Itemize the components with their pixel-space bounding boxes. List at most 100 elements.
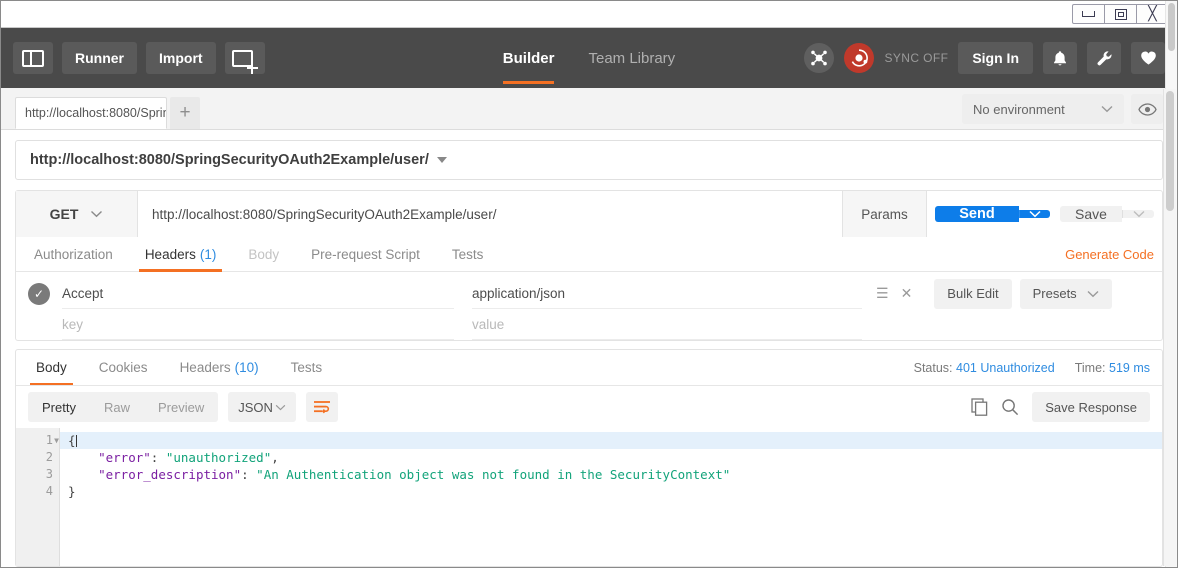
word-wrap-button[interactable] [306,392,339,422]
url-breadcrumb[interactable]: http://localhost:8080/SpringSecurityOAut… [15,140,1163,180]
tab-headers-count: (1) [199,246,217,262]
wrench-icon [1097,50,1112,65]
code-token: : [241,467,257,482]
editor-line-number: 1 ▼ [45,432,59,449]
send-options-button[interactable] [1019,210,1050,218]
header-row-checkbox[interactable]: ✓ [28,282,50,305]
header-value-input[interactable]: value [472,309,862,340]
sync-icon[interactable] [844,43,875,73]
response-box: Body Cookies Headers (10) Tests Status: … [15,1,1177,567]
tab-response-headers[interactable]: Headers (10) [164,350,275,385]
request-panel: GET http://localhost:8080/SpringSecurity… [1,180,1177,341]
editor-line-number: 3 [45,467,53,481]
environment-area: No environment [962,94,1163,129]
fold-arrow-icon[interactable]: ▼ [54,432,59,449]
code-token: } [68,484,76,499]
sign-in-button[interactable]: Sign In [958,42,1033,74]
import-button[interactable]: Import [146,42,216,74]
url-input-value: http://localhost:8080/SpringSecurityOAut… [152,206,497,222]
tab-body[interactable]: Body [232,237,295,272]
request-box: GET http://localhost:8080/SpringSecurity… [15,190,1163,341]
response-panel: Body Cookies Headers (10) Tests Status: … [1,1,1177,567]
tab-response-cookies-label: Cookies [98,360,148,375]
search-icon[interactable] [1001,398,1019,416]
bulk-edit-button[interactable]: Bulk Edit [934,278,1012,309]
new-window-icon-wrap [231,48,258,74]
list-icon[interactable]: ☰ [876,285,889,302]
save-response-label: Save Response [1045,399,1137,415]
time-value: 519 ms [1109,360,1150,375]
save-button[interactable]: Save [1060,206,1122,222]
presets-button[interactable]: Presets [1019,278,1112,309]
method-select[interactable]: GET [16,191,138,237]
maximize-button[interactable] [1104,4,1137,24]
import-label: Import [159,50,203,66]
text-caret [75,435,77,447]
editor-line-number: 2 [45,450,53,464]
generate-code-link[interactable]: Generate Code [1065,247,1154,262]
editor-line: "error_description": "An Authentication … [60,466,1162,483]
tab-headers[interactable]: Headers (1) [129,237,233,272]
sync-status-label: SYNC OFF [884,51,949,65]
response-meta: Status: 401 Unauthorized Time: 519 ms [914,361,1150,375]
response-view-modes: Pretty Raw Preview [28,392,219,422]
request-tab-label: http://localhost:8080/Spring [25,106,167,120]
minimize-button[interactable] [1072,4,1105,24]
params-button[interactable]: Params [843,191,927,237]
header-key-input[interactable]: Accept [62,278,454,309]
send-button[interactable]: Send [935,206,1019,222]
response-format-select[interactable]: JSON [228,392,297,422]
response-body-editor[interactable]: 1 ▼ 2 3 4 { "error": "unauthorized", "error_… [16,1,1177,567]
tab-pre-request-script[interactable]: Pre-request Script [295,237,436,272]
main-scrollbar-thumb[interactable] [1166,91,1174,211]
add-tab-button[interactable]: + [170,97,200,129]
environment-quick-look-button[interactable] [1131,94,1163,124]
copy-icon[interactable] [971,398,988,416]
sync-glyph [852,49,869,67]
tab-tests[interactable]: Tests [436,237,500,272]
tab-response-headers-count: (10) [234,360,259,375]
view-mode-raw[interactable]: Raw [90,392,144,422]
new-window-button[interactable] [224,42,265,74]
interceptor-icon[interactable] [804,43,835,73]
tab-response-cookies[interactable]: Cookies [83,350,164,385]
tab-response-body[interactable]: Body [20,350,83,385]
runner-label: Runner [75,50,124,66]
view-mode-pretty[interactable]: Pretty [28,392,90,422]
notifications-button[interactable] [1043,42,1077,74]
code-token: "error" [98,450,151,465]
header-key-input[interactable]: key [62,309,454,340]
header-row-checkbox[interactable] [28,314,50,336]
code-token: "unauthorized" [165,450,272,465]
save-options-button[interactable] [1122,210,1154,218]
request-tab[interactable]: http://localhost:8080/Spring [15,97,167,129]
eye-icon [1137,102,1157,116]
header-row: key value [16,309,1162,340]
header-row-actions: ☰ ✕ [876,285,912,302]
environment-select[interactable]: No environment [962,94,1124,124]
settings-button[interactable] [1087,42,1121,74]
main-scrollbar[interactable] [1163,89,1176,566]
url-breadcrumb-wrap: http://localhost:8080/SpringSecurityOAut… [1,130,1177,180]
tab-authorization-label: Authorization [34,246,113,262]
tab-builder[interactable]: Builder [502,28,554,88]
editor-line: } [60,483,1162,500]
runner-button[interactable]: Runner [62,42,137,74]
request-subtabs: Authorization Headers (1) Body Pre-reque… [16,237,1162,272]
chevron-down-icon [275,404,286,410]
chevron-down-icon [436,157,447,163]
favorites-button[interactable] [1131,42,1165,74]
tab-response-tests[interactable]: Tests [275,350,339,385]
save-response-button[interactable]: Save Response [1032,392,1150,422]
code-token: : [150,450,166,465]
header-value-input[interactable]: application/json [472,278,862,309]
view-mode-preview[interactable]: Preview [144,392,218,422]
sidebar-toggle-button[interactable] [13,42,53,74]
close-icon[interactable]: ✕ [901,285,913,302]
tab-authorization[interactable]: Authorization [18,237,129,272]
editor-code-area[interactable]: { "error": "unauthorized", "error_descri… [60,428,1162,566]
url-input[interactable]: http://localhost:8080/SpringSecurityOAut… [138,191,843,237]
tab-team-library[interactable]: Team Library [588,28,675,88]
view-mode-pretty-label: Pretty [42,399,76,415]
